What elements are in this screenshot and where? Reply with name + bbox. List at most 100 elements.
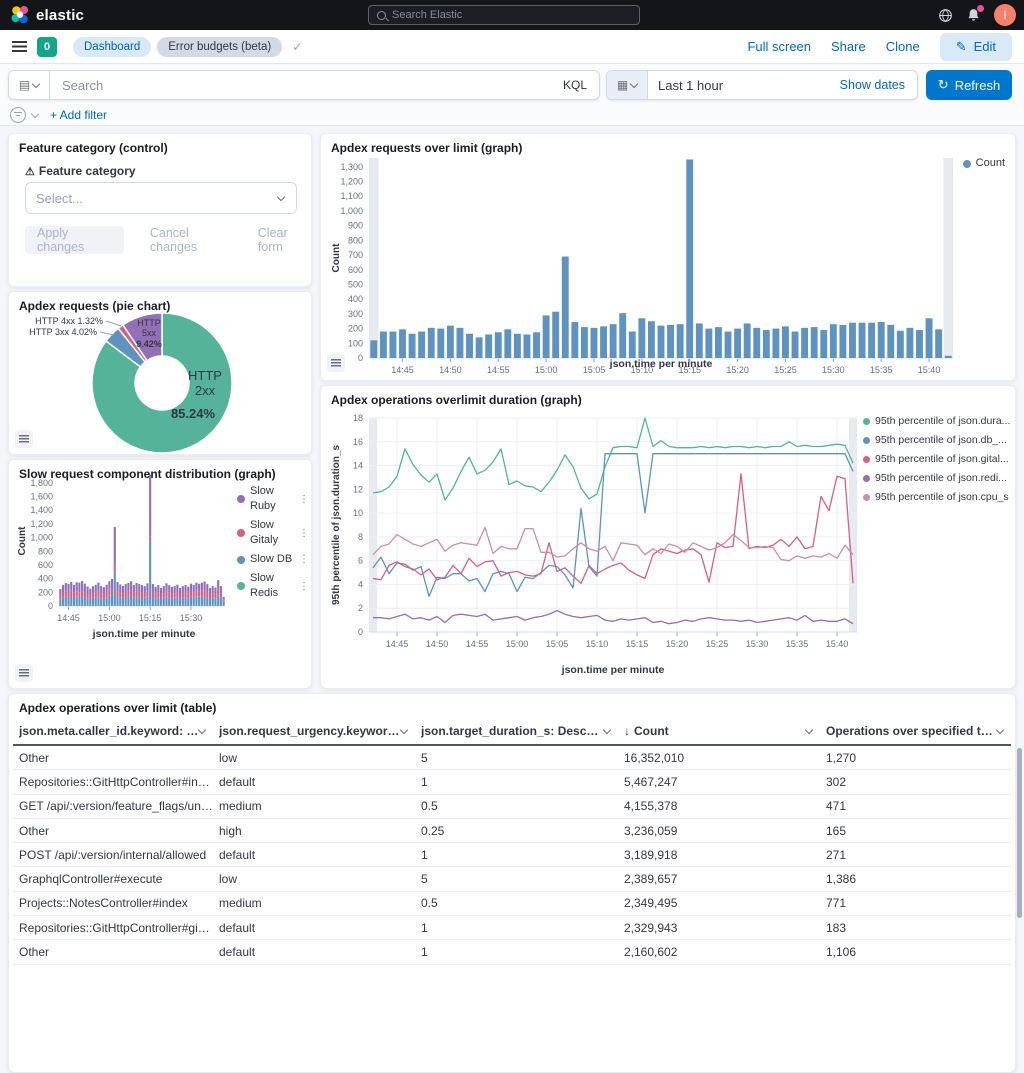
vertical-scrollbar[interactable] bbox=[1017, 748, 1022, 918]
chevron-down-icon[interactable] bbox=[198, 725, 206, 733]
stacked-bar-segment[interactable] bbox=[76, 582, 78, 591]
bar[interactable] bbox=[562, 257, 569, 358]
stacked-bar-segment[interactable] bbox=[195, 596, 197, 605]
breadcrumb-dashboard[interactable]: Dashboard bbox=[73, 37, 151, 57]
stacked-bar-segment[interactable] bbox=[122, 586, 124, 594]
stacked-bar-segment[interactable] bbox=[174, 593, 176, 597]
stacked-bar-segment[interactable] bbox=[184, 585, 186, 593]
stacked-bar-segment[interactable] bbox=[223, 600, 225, 602]
stacked-bar-segment[interactable] bbox=[212, 598, 214, 606]
bar[interactable] bbox=[476, 337, 483, 358]
stacked-bar-segment[interactable] bbox=[89, 595, 91, 599]
stacked-bar-segment[interactable] bbox=[97, 583, 99, 592]
bar[interactable] bbox=[485, 334, 492, 358]
stacked-bar-segment[interactable] bbox=[206, 597, 208, 606]
bar[interactable] bbox=[916, 330, 923, 358]
refresh-button[interactable]: ↻ Refresh bbox=[926, 70, 1012, 100]
space-badge[interactable]: 0 bbox=[37, 37, 57, 57]
stacked-bar-segment[interactable] bbox=[184, 597, 186, 605]
edit-button[interactable]: ✎ Edit bbox=[940, 33, 1012, 61]
add-filter-button[interactable]: + Add filter bbox=[50, 108, 107, 122]
stacked-bar-segment[interactable] bbox=[78, 592, 80, 597]
stacked-bar-segment[interactable] bbox=[108, 589, 110, 595]
stacked-bar-segment[interactable] bbox=[187, 598, 189, 606]
stacked-bar-segment[interactable] bbox=[111, 605, 113, 606]
stacked-bar-segment[interactable] bbox=[160, 588, 162, 595]
full-screen-button[interactable]: Full screen bbox=[747, 39, 811, 54]
bar[interactable] bbox=[677, 324, 684, 358]
bar[interactable] bbox=[543, 315, 550, 358]
stacked-bar-segment[interactable] bbox=[108, 605, 110, 606]
stacked-bar-segment[interactable] bbox=[174, 598, 176, 606]
stacked-bar-segment[interactable] bbox=[214, 588, 216, 595]
stacked-bar-segment[interactable] bbox=[125, 584, 127, 592]
stacked-bar-segment[interactable] bbox=[67, 594, 69, 598]
bar[interactable] bbox=[686, 159, 693, 358]
stacked-bar-segment[interactable] bbox=[204, 582, 206, 591]
stacked-bar-segment[interactable] bbox=[198, 592, 200, 597]
legend-item[interactable]: Slow Redis⋮ bbox=[237, 571, 309, 601]
stacked-bar-segment[interactable] bbox=[155, 587, 157, 594]
legend-item[interactable]: Slow DB⋮ bbox=[237, 552, 309, 567]
stacked-bar-segment[interactable] bbox=[160, 594, 162, 598]
bar[interactable] bbox=[629, 332, 636, 358]
bar[interactable] bbox=[839, 325, 846, 358]
date-picker[interactable]: ▦ Last 1 hour Show dates bbox=[606, 70, 918, 100]
stacked-bar-segment[interactable] bbox=[152, 584, 154, 592]
stacked-bar-segment[interactable] bbox=[220, 593, 222, 597]
chevron-down-icon[interactable] bbox=[805, 725, 813, 733]
stacked-bar-segment[interactable] bbox=[176, 597, 178, 605]
stacked-bar-segment[interactable] bbox=[76, 591, 78, 596]
stacked-bar-segment[interactable] bbox=[220, 586, 222, 593]
stacked-bar-segment[interactable] bbox=[217, 589, 219, 595]
legend-menu-icon[interactable]: ⋮ bbox=[299, 526, 309, 541]
stacked-bar-segment[interactable] bbox=[157, 585, 159, 593]
stacked-bar-segment[interactable] bbox=[198, 597, 200, 606]
quick-select-date-button[interactable]: ▦ bbox=[607, 71, 648, 99]
line-series[interactable] bbox=[373, 611, 853, 624]
stacked-bar-segment[interactable] bbox=[89, 589, 91, 596]
stacked-bar-segment[interactable] bbox=[92, 598, 94, 606]
stacked-bar-segment[interactable] bbox=[106, 585, 108, 593]
stacked-bar-segment[interactable] bbox=[182, 598, 184, 606]
stacked-bar-segment[interactable] bbox=[163, 593, 165, 597]
stacked-bar-segment[interactable] bbox=[70, 582, 72, 590]
panel-options-icon[interactable] bbox=[15, 430, 33, 448]
bar[interactable] bbox=[868, 323, 875, 358]
clear-form-button[interactable]: Clear form bbox=[258, 226, 311, 254]
bar[interactable] bbox=[533, 332, 540, 358]
stacked-bar-segment[interactable] bbox=[87, 594, 89, 598]
stacked-bar-segment[interactable] bbox=[198, 584, 200, 592]
stacked-bar-segment[interactable] bbox=[187, 594, 189, 598]
bar[interactable] bbox=[495, 332, 502, 358]
filter-menu-icon[interactable] bbox=[10, 107, 26, 123]
stacked-bar-segment[interactable] bbox=[100, 586, 102, 594]
panel-options-icon[interactable] bbox=[15, 664, 33, 682]
time-range-value[interactable]: Last 1 hour bbox=[648, 78, 723, 93]
stacked-bar-segment[interactable] bbox=[187, 587, 189, 594]
bar[interactable] bbox=[418, 332, 425, 358]
bar[interactable] bbox=[380, 332, 387, 358]
stacked-bar-segment[interactable] bbox=[103, 594, 105, 598]
stacked-bar-segment[interactable] bbox=[67, 584, 69, 594]
stacked-bar-segment[interactable] bbox=[174, 586, 176, 593]
kql-search-input[interactable]: ▤ Search KQL bbox=[8, 70, 600, 100]
stacked-bar-segment[interactable] bbox=[163, 586, 165, 593]
stacked-bar-segment[interactable] bbox=[182, 593, 184, 597]
stacked-bar-segment[interactable] bbox=[62, 597, 64, 605]
stacked-bar-segment[interactable] bbox=[65, 583, 67, 591]
stacked-bar-segment[interactable] bbox=[212, 593, 214, 597]
legend-menu-icon[interactable]: ⋮ bbox=[299, 552, 309, 567]
stacked-bar-segment[interactable] bbox=[146, 597, 148, 606]
stacked-bar-segment[interactable] bbox=[130, 605, 132, 606]
stacked-bar-segment[interactable] bbox=[108, 581, 110, 589]
stacked-bar-segment[interactable] bbox=[73, 585, 75, 593]
stacked-bar-segment[interactable] bbox=[130, 590, 132, 596]
stacked-bar-segment[interactable] bbox=[127, 583, 129, 591]
stacked-bar-segment[interactable] bbox=[111, 595, 113, 605]
stacked-bar-segment[interactable] bbox=[176, 585, 178, 593]
bar[interactable] bbox=[897, 331, 904, 358]
stacked-bar-segment[interactable] bbox=[135, 583, 137, 591]
column-header[interactable]: Operations over specified threshold... bbox=[820, 724, 1011, 738]
stacked-bar-segment[interactable] bbox=[95, 585, 97, 593]
